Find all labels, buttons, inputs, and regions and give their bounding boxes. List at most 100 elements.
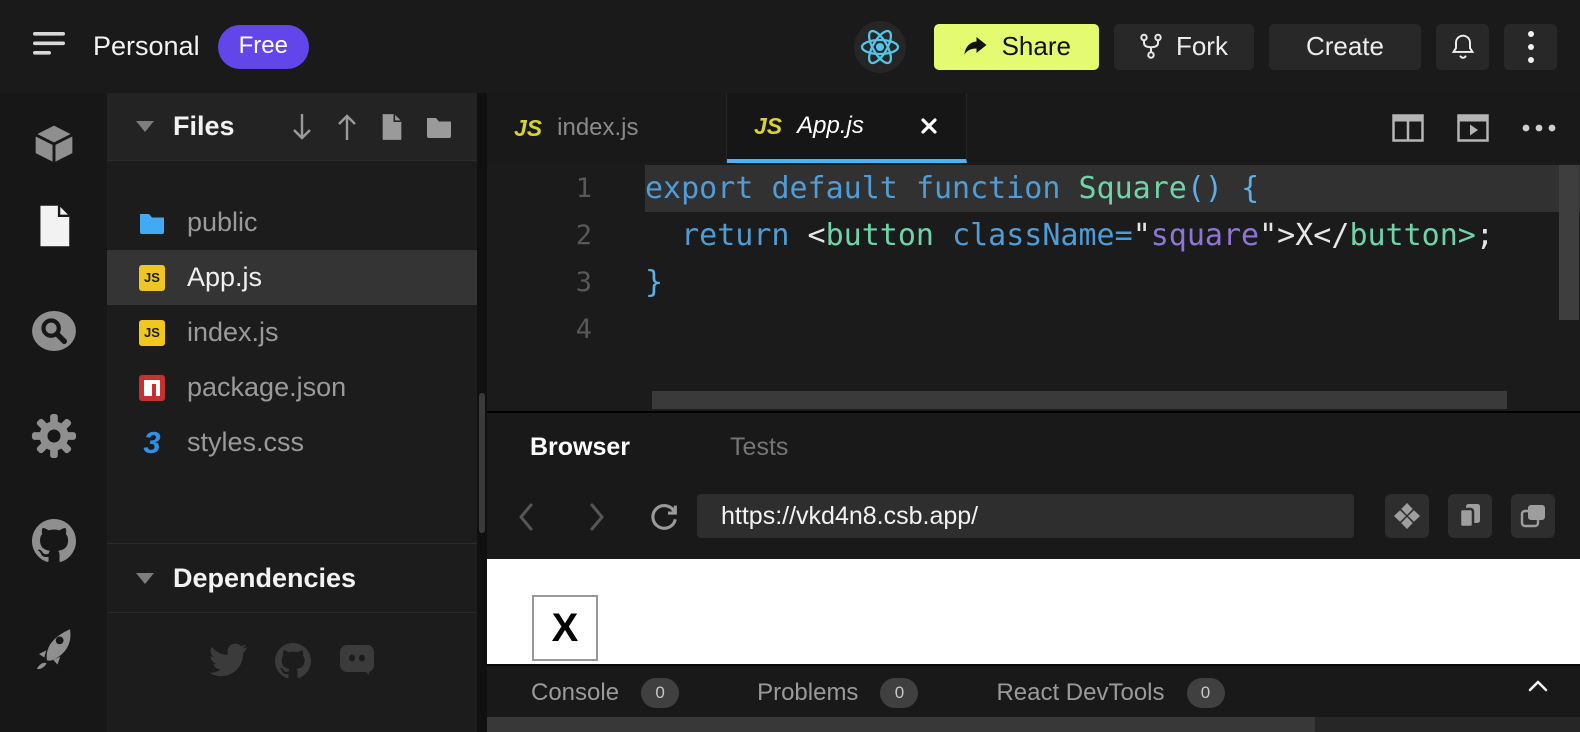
forward-icon[interactable] [586,501,608,533]
menu-icon[interactable] [33,32,67,61]
line-content: } [645,259,1580,306]
upload-icon[interactable] [335,112,359,142]
browser-tab-browser[interactable]: Browser [530,433,630,462]
folder-icon [138,209,166,237]
console-hscrollbar-thumb[interactable] [487,717,1315,732]
code-line: 3} [487,259,1580,306]
activity-bar [0,93,107,732]
share-icon [962,35,989,59]
fork-button[interactable]: Fork [1114,24,1254,70]
collapse-dependencies-icon[interactable] [136,573,154,584]
code-token: ">X</ [1259,218,1349,253]
code-token: square [1151,218,1259,253]
code-token: export [645,171,753,206]
editor-tab-bar: JSindex.jsJSApp.js [487,93,1580,163]
new-folder-icon[interactable] [425,115,453,139]
line-number: 2 [487,220,592,251]
discord-icon[interactable] [339,643,375,679]
fork-label: Fork [1176,31,1228,62]
file-name: styles.css [187,427,304,458]
close-tab-icon[interactable] [919,116,939,136]
file-list: public JS App.js JSindex.js package.json 3sty… [107,161,477,470]
preview-pane-icon[interactable] [1457,114,1489,142]
line-content [645,306,1580,353]
react-logo-icon [854,21,906,73]
console-tab-label: Console [531,679,619,707]
js-icon: JS [138,264,166,292]
code-token: } [645,265,663,300]
count-badge: 0 [880,678,918,708]
editor-hscrollbar-thumb[interactable] [652,391,1507,409]
github-icon[interactable] [31,518,77,564]
url-input[interactable] [697,494,1354,538]
files-panel: Files publicJSApp.jsJSindex.jspackage.js… [107,93,477,732]
twitter-icon[interactable] [209,643,247,679]
console-tab-react-devtools[interactable]: React DevTools0 [996,678,1224,708]
code-token [1060,171,1078,206]
editor-more-icon[interactable] [1522,124,1556,132]
code-token: ; [1476,218,1494,253]
dependencies-header[interactable]: Dependencies [107,543,477,613]
notifications-button[interactable] [1436,24,1489,70]
copy-url-icon[interactable] [1448,494,1492,538]
split-view-icon[interactable] [1392,114,1424,142]
expand-console-icon[interactable] [1526,678,1550,699]
file-item-styles.css[interactable]: 3styles.css [107,415,477,470]
count-badge: 0 [641,678,679,708]
refresh-icon[interactable] [647,500,681,534]
code-token: className [952,218,1115,253]
editor-tab-App.js[interactable]: JSApp.js [727,93,967,163]
line-content: return <button className="square">X</but… [645,212,1580,259]
download-icon[interactable] [290,112,314,142]
code-token: < [790,218,826,253]
more-menu-button[interactable] [1504,24,1557,70]
collapse-files-icon[interactable] [136,121,154,132]
rocket-icon[interactable] [31,623,77,669]
code-area[interactable]: 1export default function Square() {2 ret… [487,163,1580,411]
browser-nav-bar [487,482,1580,551]
code-line: 1export default function Square() { [487,165,1580,212]
code-editor: JSindex.jsJSApp.js 1export default funct… [487,93,1580,411]
editor-vscrollbar-thumb[interactable] [1559,165,1579,320]
editor-tab-index.js[interactable]: JSindex.js [487,93,727,163]
code-line: 2 return <button className="square">X</b… [487,212,1580,259]
bell-icon [1450,33,1476,61]
search-icon[interactable] [31,308,77,354]
create-button[interactable]: Create [1269,24,1421,70]
sandbox-info-box-icon[interactable] [31,121,77,167]
new-file-icon[interactable] [380,113,404,141]
console-tab-console[interactable]: Console 0 [531,678,679,708]
browser-tab-tests[interactable]: Tests [730,433,788,462]
file-item-App.js[interactable]: JS App.js [107,250,477,305]
npm-icon [138,374,166,402]
share-button[interactable]: Share [934,24,1099,70]
line-content: export default function Square() { [645,165,1580,212]
workspace-name[interactable]: Personal [93,31,200,62]
github-link-icon[interactable] [275,643,311,679]
code-token: () [1187,171,1223,206]
file-name: App.js [187,262,262,293]
files-explorer-icon[interactable] [31,203,77,249]
open-in-new-window-icon[interactable] [1511,494,1555,538]
file-item-public[interactable]: public [107,195,477,250]
social-links [107,643,477,679]
console-hscrollbar [487,717,1580,732]
kebab-menu-icon [1527,30,1535,64]
code-token [1223,171,1241,206]
file-item-index.js[interactable]: JSindex.js [107,305,477,360]
preview-square-button[interactable]: X [532,595,598,661]
file-item-package.json[interactable]: package.json [107,360,477,415]
back-icon[interactable] [515,501,537,533]
gear-icon[interactable] [31,413,77,459]
console-tab-problems[interactable]: Problems0 [757,678,918,708]
file-name: package.json [187,372,346,403]
line-number: 4 [487,314,592,345]
tab-label: index.js [557,114,638,142]
files-scrollbar-thumb[interactable] [479,393,485,533]
line-number: 3 [487,267,592,298]
code-token [898,171,916,206]
code-token [753,171,771,206]
js-icon: JS [754,113,782,140]
devtools-diamonds-icon[interactable] [1385,494,1429,538]
code-line: 4 [487,306,1580,353]
